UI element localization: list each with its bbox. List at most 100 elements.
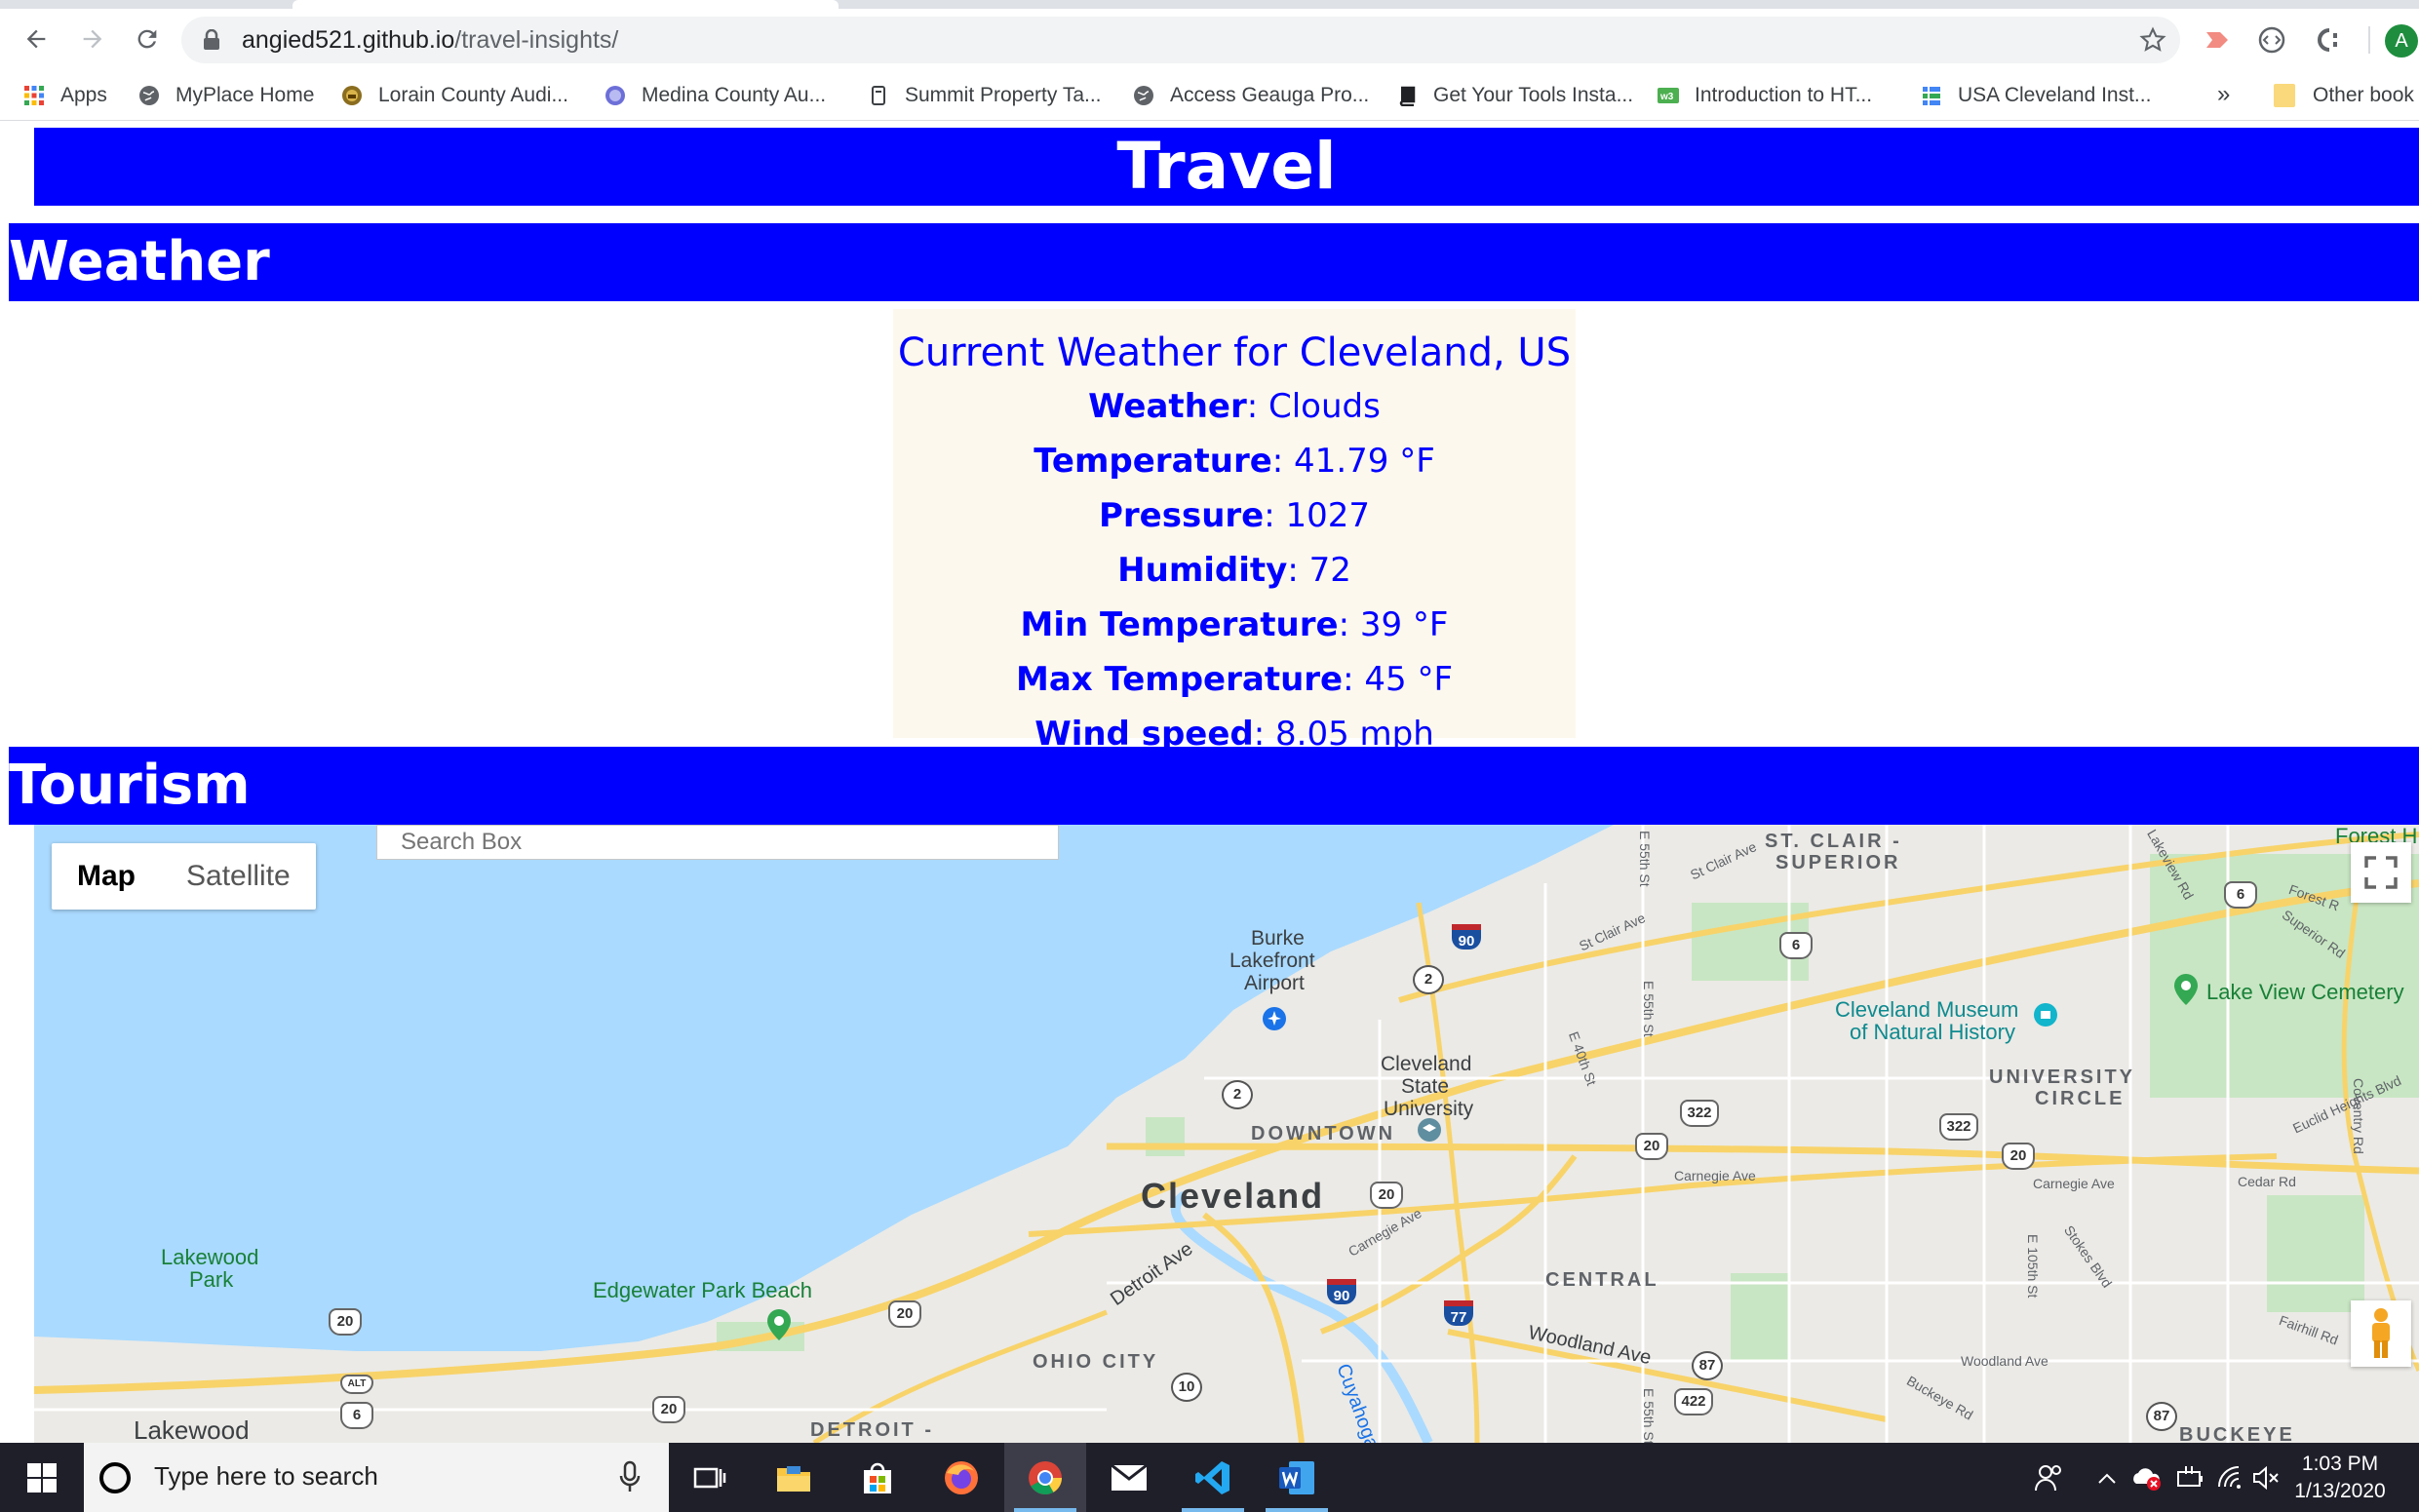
bookmark-label: Apps [60,84,107,106]
map-label-lakewood-park-1: Lakewood [161,1245,259,1269]
taskbar-search-placeholder: Type here to search [154,1461,378,1491]
university-pin-icon [1418,1118,1441,1142]
taskbar-file-explorer[interactable] [753,1443,835,1512]
street-view-pegman-button[interactable] [2351,1300,2411,1367]
extension-red-icon[interactable] [2200,22,2235,58]
bookmark-label: Summit Property Ta... [905,84,1102,106]
extension-cs-icon[interactable] [2311,22,2346,58]
map-label-downtown: DOWNTOWN [1251,1123,1396,1144]
bookmark-star-icon[interactable] [2139,26,2166,54]
taskbar-word[interactable] [1256,1443,1338,1512]
document-icon [872,86,885,105]
fullscreen-button[interactable] [2351,842,2411,903]
pegman-icon [2372,1308,2390,1358]
weather-row-value: : 41.79 °F [1271,442,1435,481]
bookmark-myplace[interactable]: MyPlace Home [138,81,314,110]
map-label-edgewater-park-beach: Edgewater Park Beach [593,1278,813,1302]
taskbar-search-box[interactable]: Type here to search [84,1443,669,1512]
start-button[interactable] [0,1443,84,1512]
extension-code-icon[interactable] [2254,22,2289,58]
wifi-tray-button[interactable] [2213,1443,2248,1512]
weather-row: Min Temperature: 39 °F [893,598,1576,652]
address-bar[interactable]: angied521.github.io/travel-insights/ [181,17,2180,63]
map-label-e105th: E 105th St [2025,1234,2041,1299]
taskbar-firefox[interactable] [920,1443,1002,1512]
park-pin-icon [767,1309,791,1340]
url-text: angied521.github.io/travel-insights/ [242,26,618,55]
onedrive-tray-button[interactable] [2129,1443,2165,1512]
weather-row-value: : 72 [1287,551,1351,590]
bookmark-apps[interactable]: Apps [23,81,107,110]
map-label-airport-2: Lakefront [1229,950,1315,972]
bookmark-usa-cleveland[interactable]: USA Cleveland Inst... [1921,81,2151,110]
map-type-satellite-button[interactable]: Satellite [161,843,316,910]
county-seal-icon [342,86,362,105]
taskbar-mail[interactable] [1088,1443,1170,1512]
wifi-icon [2218,1465,2241,1489]
bookmark-lorain[interactable]: Lorain County Audi... [341,81,568,110]
map-label-csu-2: State [1401,1075,1450,1098]
bookmarks-bar: Apps MyPlace Home Lorain County Audi... … [0,71,2419,121]
map-label-lake-view-cemetery: Lake View Cemetery [2206,980,2404,1004]
forward-button[interactable] [72,19,113,59]
people-button[interactable] [2028,1443,2071,1512]
weather-row: Temperature: 41.79 °F [893,434,1576,488]
svg-text:w3: w3 [1659,92,1674,102]
weather-row-value: : 39 °F [1338,605,1449,644]
bookmark-tools[interactable]: Get Your Tools Insta... [1396,81,1633,110]
battery-icon [2177,1465,2203,1487]
reload-button[interactable] [127,19,168,59]
url-path: /travel-insights/ [454,26,619,54]
bookmark-summit[interactable]: Summit Property Ta... [868,81,1102,110]
weather-card: Current Weather for Cleveland, US Weathe… [893,309,1576,754]
menu-divider [2352,22,2387,58]
map-search-input[interactable] [376,825,1059,860]
clock-date: 1/13/2020 [2294,1480,2386,1502]
map-label-cedar-rd: Cedar Rd [2238,1174,2296,1189]
route-shield-us20: 20 [888,1300,921,1328]
weather-row-label: Humidity [1117,551,1288,590]
route-shield-us322: 322 [1939,1113,1978,1141]
weather-row: Max Temperature: 45 °F [893,652,1576,707]
onedrive-error-icon [2133,1467,2161,1491]
route-shield-us20: 20 [652,1396,685,1423]
chevron-up-icon [2098,1473,2116,1484]
reload-icon [137,29,157,49]
url-host: angied521.github.io [242,26,455,54]
other-bookmarks-folder[interactable]: Other book [2274,81,2414,110]
battery-tray-button[interactable] [2172,1443,2207,1512]
google-map[interactable]: Cleveland DOWNTOWN OHIO CITY CENTRAL ST.… [34,825,2419,1443]
map-label-central: CENTRAL [1545,1269,1659,1291]
weather-row-label: Weather [1088,387,1247,426]
cortana-icon [99,1462,131,1493]
profile-avatar[interactable]: A [2385,24,2418,58]
lock-icon [204,29,219,50]
show-hidden-icons-button[interactable] [2092,1443,2122,1512]
taskbar-chrome[interactable] [1004,1443,1086,1512]
taskbar-store[interactable] [837,1443,918,1512]
map-label-lakewood: Lakewood [134,1415,250,1443]
back-button[interactable] [16,19,57,59]
map-label-e55th-2: E 55th St [1641,981,1657,1037]
county-seal-icon [605,86,625,105]
clock-time: 1:03 PM [2301,1453,2379,1475]
bookmark-medina[interactable]: Medina County Au... [605,81,826,110]
active-tab[interactable] [293,0,839,9]
bookmarks-overflow-button[interactable]: » [2217,81,2230,108]
task-view-icon [693,1467,726,1488]
map-label-airport-1: Burke [1251,927,1305,950]
page-title: Travel [34,128,2419,206]
map-type-map-button[interactable]: Map [52,843,161,910]
route-shield-i90: 90 [1327,1279,1356,1304]
microphone-icon[interactable] [618,1460,642,1493]
volume-tray-button[interactable] [2250,1443,2282,1512]
task-view-button[interactable] [669,1443,751,1512]
taskbar-vscode[interactable] [1172,1443,1254,1512]
route-shield-i77: 77 [1444,1300,1473,1326]
map-label-cleveland: Cleveland [1141,1176,1325,1216]
taskbar-clock[interactable]: 1:03 PM 1/13/2020 [2282,1451,2399,1505]
bookmark-html-intro[interactable]: w3 Introduction to HT... [1658,81,1872,110]
map-label-university-circle-1: UNIVERSITY [1989,1066,2136,1088]
bookmark-geauga[interactable]: Access Geauga Pro... [1133,81,1369,110]
map-label-airport-3: Airport [1244,972,1305,994]
